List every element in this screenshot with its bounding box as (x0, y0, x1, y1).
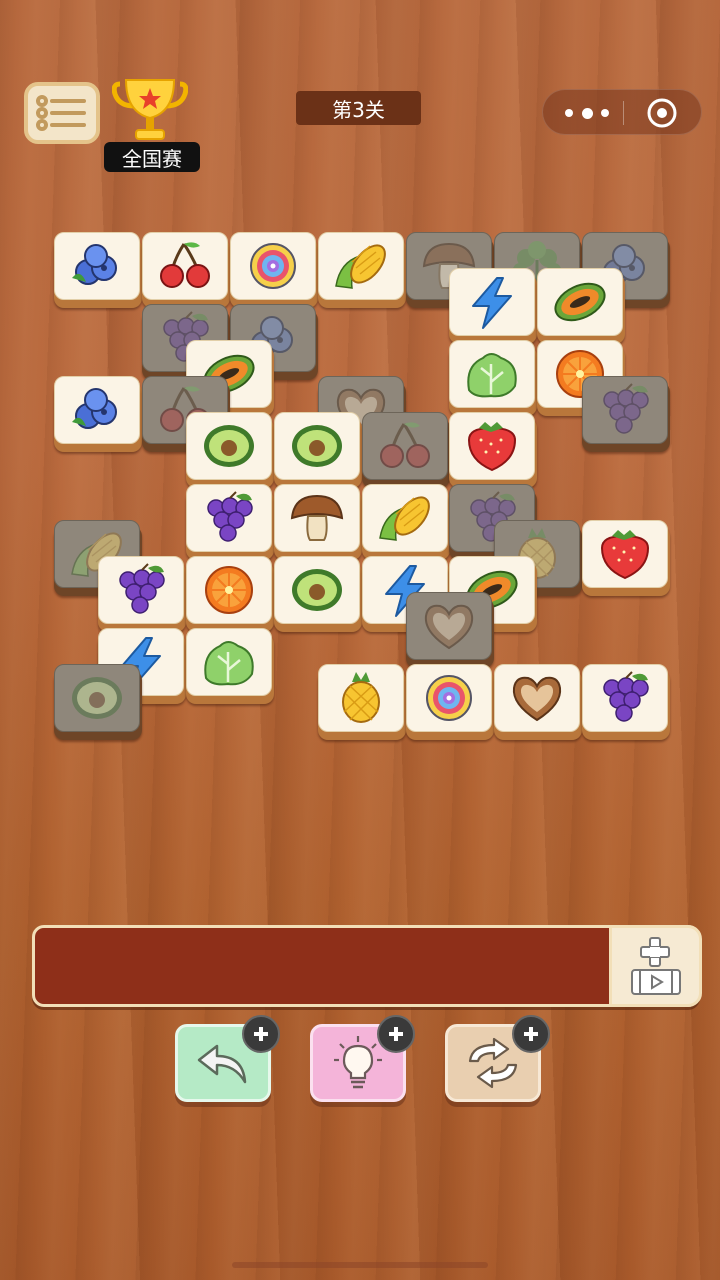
shuffle-button[interactable] (445, 1015, 550, 1102)
tile-face (582, 520, 668, 588)
tile-face (318, 664, 404, 732)
lettuce-icon (204, 641, 254, 686)
tile-face (362, 412, 448, 480)
mushroom-icon (290, 494, 344, 541)
undo-button[interactable] (175, 1015, 280, 1102)
lightbulb-icon (334, 1036, 382, 1089)
tile-cookie[interactable] (494, 664, 582, 740)
tile-face (274, 412, 360, 480)
add-slot-video-icon (630, 937, 681, 995)
tile-face (582, 664, 668, 732)
corn-icon (335, 244, 386, 289)
hint-plus-icon[interactable] (377, 1015, 415, 1053)
tile-board (0, 0, 720, 760)
tile-strawberry[interactable] (582, 520, 670, 596)
cookie-icon (512, 676, 562, 722)
strawberry-icon (600, 530, 650, 580)
tile-avocado[interactable] (186, 412, 274, 488)
tile-grape[interactable] (98, 556, 186, 632)
blueberry-icon (72, 244, 117, 285)
tile-face (318, 232, 404, 300)
shuffle-plus-icon[interactable] (512, 1015, 550, 1053)
grape-icon (603, 671, 649, 722)
hint-button[interactable] (310, 1015, 415, 1102)
tile-lettuce[interactable] (186, 628, 274, 704)
tile-face (406, 592, 492, 660)
tile-candy[interactable] (230, 232, 318, 308)
tile-cherry (362, 412, 450, 488)
tile-grape[interactable] (186, 484, 274, 560)
tile-corn[interactable] (318, 232, 406, 308)
corn-icon (379, 496, 430, 541)
lettuce-icon (467, 353, 517, 398)
tile-face (230, 232, 316, 300)
tile-face (186, 628, 272, 696)
tile-face (54, 664, 140, 732)
tile-face (186, 412, 272, 480)
tile-strawberry[interactable] (449, 412, 537, 488)
tile-face (449, 268, 535, 336)
grape-icon (207, 491, 253, 542)
tile-pineapple[interactable] (318, 664, 406, 740)
avocado-icon (292, 569, 342, 611)
tile-candy[interactable] (406, 664, 494, 740)
tile-blueberry[interactable] (54, 232, 142, 308)
cherry-icon (380, 422, 430, 468)
tile-face (142, 232, 228, 300)
add-slot-button[interactable] (609, 925, 702, 1007)
orange-icon (205, 566, 253, 614)
tile-avocado (54, 664, 142, 740)
tile-face (54, 232, 140, 300)
tile-lettuce[interactable] (449, 340, 537, 416)
tile-face (537, 268, 623, 336)
tile-lightning[interactable] (449, 268, 537, 344)
tile-face (494, 664, 580, 732)
undo-arrow-icon (197, 1044, 247, 1084)
tile-blueberry[interactable] (54, 376, 142, 452)
tile-face (449, 340, 535, 408)
cookie-icon (424, 604, 474, 650)
tile-cookie (406, 592, 494, 668)
undo-plus-icon[interactable] (242, 1015, 280, 1053)
strawberry-icon (467, 422, 517, 472)
grape-icon (119, 563, 165, 614)
tile-cherry[interactable] (142, 232, 230, 308)
grape-icon (603, 383, 649, 434)
avocado-icon (292, 425, 342, 467)
tile-face (274, 556, 360, 624)
tile-papaya[interactable] (537, 268, 625, 344)
tile-face (406, 664, 492, 732)
tile-face (54, 376, 140, 444)
tile-avocado[interactable] (274, 412, 362, 488)
tile-mushroom[interactable] (274, 484, 362, 560)
candy-icon (426, 675, 472, 721)
candy-icon (250, 243, 296, 289)
avocado-icon (72, 677, 122, 719)
tile-corn[interactable] (362, 484, 450, 560)
tile-slot-tray (32, 925, 700, 1007)
tile-avocado[interactable] (274, 556, 362, 632)
cherry-icon (160, 242, 210, 288)
tile-grape[interactable] (582, 664, 670, 740)
tile-orange[interactable] (186, 556, 274, 632)
tile-face (186, 556, 272, 624)
home-indicator (232, 1262, 488, 1268)
pineapple-icon (342, 672, 380, 723)
tile-face (98, 556, 184, 624)
tile-face (186, 484, 272, 552)
tile-grape (582, 376, 670, 452)
tile-face (449, 412, 535, 480)
avocado-icon (204, 425, 254, 467)
tile-face (274, 484, 360, 552)
tile-face (582, 376, 668, 444)
blueberry-icon (72, 388, 117, 429)
tile-face (362, 484, 448, 552)
lightning-icon (472, 277, 512, 329)
papaya-icon (554, 282, 606, 322)
